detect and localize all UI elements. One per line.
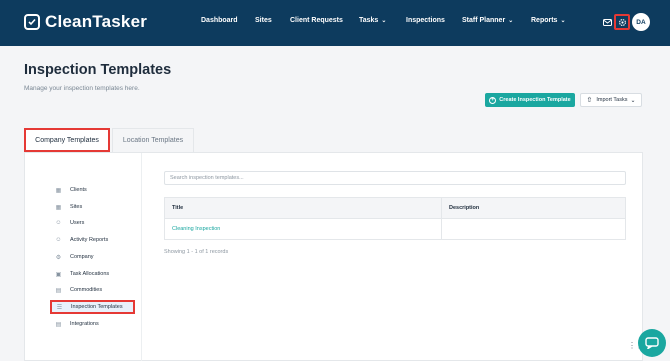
chat-support-button[interactable] <box>638 329 666 357</box>
user-activity-icon: ☺ <box>55 237 62 243</box>
create-inspection-template-button[interactable]: + Create Inspection Template <box>485 93 575 107</box>
table-cell-title: Cleaning Inspection <box>164 218 442 240</box>
sidebar-item-company[interactable]: ⚙ Company <box>51 251 135 263</box>
template-link[interactable]: Cleaning Inspection <box>172 226 220 232</box>
sidebar-item-activity-reports[interactable]: ☺ Activity Reports <box>51 234 135 246</box>
nav-tasks[interactable]: Tasks ⌄ <box>359 17 386 24</box>
search-input[interactable] <box>164 171 626 185</box>
document-icon: ▤ <box>55 287 62 294</box>
column-header-description[interactable]: Description <box>441 197 626 219</box>
sidebar-item-task-allocations[interactable]: ▣ Task Allocations <box>51 268 135 280</box>
sidebar-item-commodities[interactable]: ▤ Commodities <box>51 284 135 296</box>
users-icon: ☺ <box>55 220 62 226</box>
sidebar-item-users[interactable]: ☺ Users <box>51 217 135 229</box>
nav-staff-planner[interactable]: Staff Planner ⌄ <box>462 17 513 24</box>
sidebar-item-sites[interactable]: ▦ Sites <box>51 201 135 213</box>
brand-logo[interactable]: CleanTasker <box>24 12 147 32</box>
tab-location-templates[interactable]: Location Templates <box>112 128 194 152</box>
table-header-row: Title Description <box>164 197 626 219</box>
import-tasks-button[interactable]: ⇧ Import Tasks ⌄ <box>580 93 642 107</box>
records-count: Showing 1 - 1 of 1 records <box>164 249 229 255</box>
table-cell-description <box>441 218 626 240</box>
top-navbar: CleanTasker Dashboard Sites Client Reque… <box>0 0 670 46</box>
chevron-down-icon: ⌄ <box>381 18 387 24</box>
document-icon: ▤ <box>55 321 62 328</box>
mail-icon[interactable] <box>599 14 615 30</box>
chevron-down-icon: ⌄ <box>508 18 514 24</box>
sidebar-item-integrations[interactable]: ▤ Integrations <box>51 318 135 330</box>
page-title: Inspection Templates <box>24 62 172 78</box>
chat-icon <box>645 337 659 349</box>
user-avatar[interactable]: DA <box>632 13 650 31</box>
calendar-icon: ▣ <box>55 271 62 278</box>
page-subtitle: Manage your inspection templates here. <box>24 85 140 92</box>
table-row[interactable]: Cleaning Inspection <box>164 218 626 240</box>
templates-table: Title Description Cleaning Inspection <box>164 197 626 240</box>
tab-company-templates[interactable]: Company Templates <box>24 128 110 152</box>
building-icon: ▦ <box>55 204 62 211</box>
plus-circle-icon: + <box>489 96 497 104</box>
column-header-title[interactable]: Title <box>164 197 442 219</box>
nav-inspections[interactable]: Inspections <box>406 17 445 24</box>
sidebar-item-clients[interactable]: ▦ Clients <box>51 184 135 196</box>
nav-dashboard[interactable]: Dashboard <box>201 17 238 24</box>
checklist-icon: ☰ <box>56 304 63 311</box>
logo-icon <box>24 14 40 30</box>
gear-icon: ⚙ <box>55 254 62 261</box>
building-icon: ▦ <box>55 187 62 194</box>
content-panel: ▦ Clients ▦ Sites ☺ Users ☺ Activity Reports… <box>24 152 643 361</box>
gear-icon[interactable] <box>614 14 630 30</box>
upload-icon: ⇧ <box>586 97 593 104</box>
sidebar-item-inspection-templates[interactable]: ☰ Inspection Templates <box>50 300 135 314</box>
brand-name: CleanTasker <box>45 12 148 31</box>
settings-sidebar: ▦ Clients ▦ Sites ☺ Users ☺ Activity Reports… <box>25 153 142 361</box>
chevron-down-icon: ⌄ <box>560 18 566 24</box>
chevron-down-icon: ⌄ <box>630 97 636 104</box>
nav-client-requests[interactable]: Client Requests <box>290 17 343 24</box>
nav-sites[interactable]: Sites <box>255 17 272 24</box>
nav-reports[interactable]: Reports ⌄ <box>531 17 565 24</box>
